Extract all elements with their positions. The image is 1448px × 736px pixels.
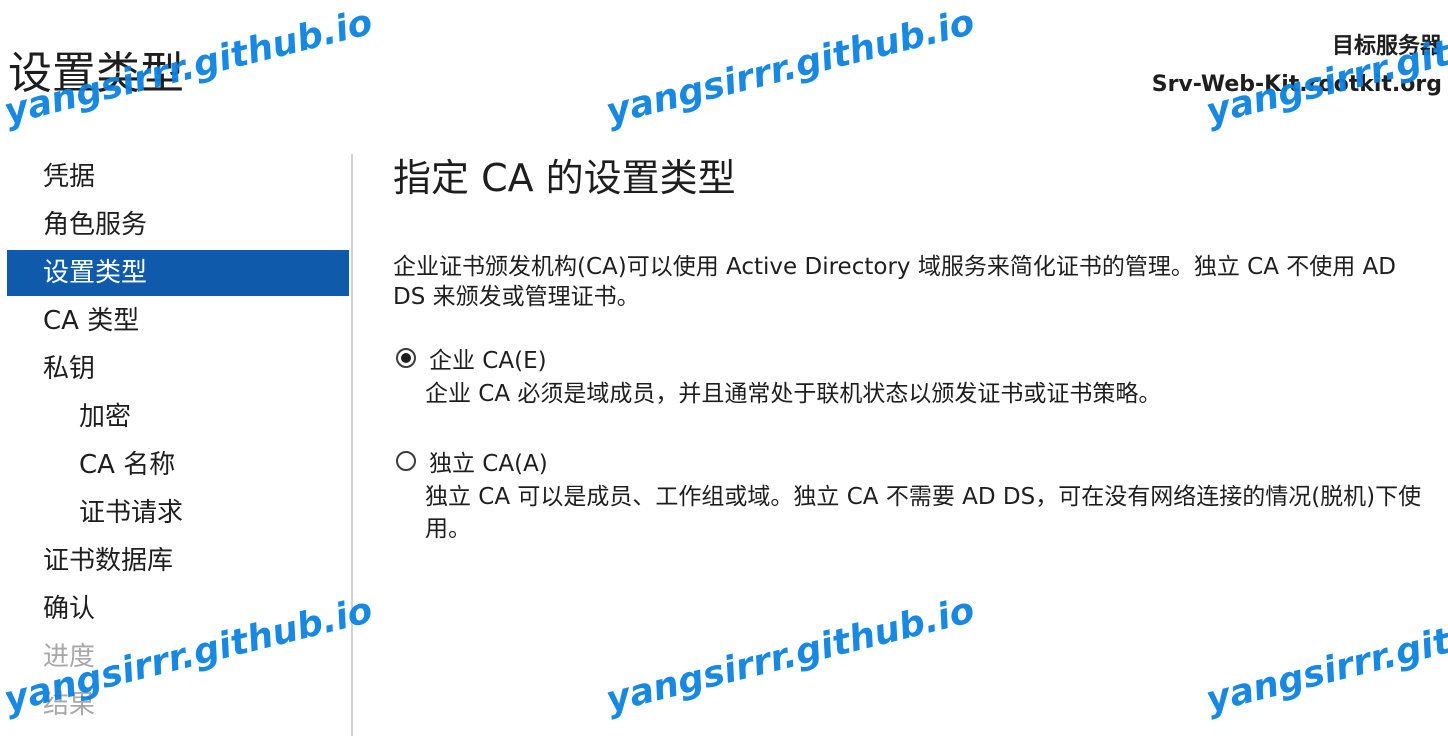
nav-item-confirmation[interactable]: 确认: [7, 586, 349, 632]
nav-item-setup-type[interactable]: 设置类型: [7, 250, 349, 296]
enterprise-ca-radio[interactable]: [396, 348, 416, 368]
watermark: yangsirrr.github.io: [1202, 589, 1448, 721]
standalone-ca-label[interactable]: 独立 CA(A): [429, 444, 548, 478]
watermark: yangsirrr.github.io: [602, 589, 979, 721]
nav-item-results: 结果: [43, 690, 96, 720]
section-heading: 指定 CA 的设置类型: [393, 156, 736, 200]
enterprise-ca-description: 企业 CA 必须是域成员，并且通常处于联机状态以颁发证书或证书策略。: [425, 381, 1162, 407]
nav-divider: [351, 154, 353, 736]
target-server-label: 目标服务器: [1331, 34, 1442, 59]
nav-item-private-key[interactable]: 私钥: [7, 346, 349, 392]
page-title: 设置类型: [8, 48, 184, 99]
setup-type-description: 企业证书颁发机构(CA)可以使用 Active Directory 域服务来简化…: [393, 254, 1396, 310]
enterprise-ca-label[interactable]: 企业 CA(E): [429, 341, 547, 375]
target-server-info: 目标服务器 Srv-Web-Kit.rootkit.org: [1152, 28, 1442, 104]
nav-item-certificate-database[interactable]: 证书数据库: [7, 538, 349, 584]
option-enterprise-ca: 企业 CA(E) 企业 CA 必须是域成员，并且通常处于联机状态以颁发证书或证书…: [393, 342, 1438, 410]
target-server-name: Srv-Web-Kit.rootkit.org: [1151, 72, 1442, 97]
nav-item-cryptography[interactable]: 加密: [7, 394, 349, 440]
watermark: yangsirrr.github.io: [602, 1, 979, 134]
nav-item-ca-name[interactable]: CA 名称: [7, 442, 349, 488]
standalone-ca-description: 独立 CA 可以是成员、工作组或域。独立 CA 不需要 AD DS，可在没有网络…: [425, 484, 1422, 542]
wizard-nav: 凭据 角色服务 设置类型 CA 类型 私钥 加密 CA 名称 证书请求 证书数据…: [7, 154, 349, 736]
option-standalone-ca: 独立 CA(A) 独立 CA 可以是成员、工作组或域。独立 CA 不需要 AD …: [393, 445, 1438, 545]
nav-item-credentials[interactable]: 凭据: [7, 154, 349, 200]
standalone-ca-radio[interactable]: [396, 451, 416, 471]
nav-item-certificate-request[interactable]: 证书请求: [7, 490, 349, 536]
nav-item-progress: 进度: [43, 642, 96, 672]
nav-item-ca-type[interactable]: CA 类型: [7, 298, 349, 344]
main-content: 指定 CA 的设置类型 企业证书颁发机构(CA)可以使用 Active Dire…: [393, 150, 1433, 542]
nav-item-role-services[interactable]: 角色服务: [7, 202, 349, 248]
